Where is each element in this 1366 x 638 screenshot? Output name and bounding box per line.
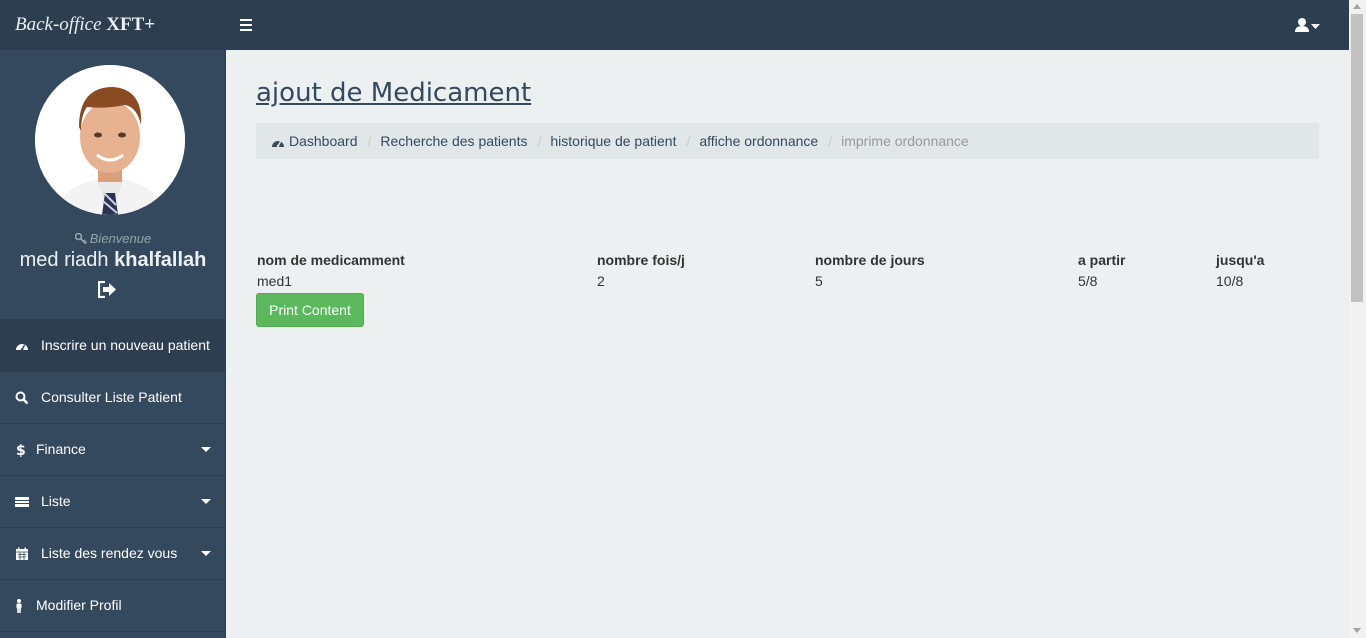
page-scrollbar[interactable]	[1349, 0, 1366, 638]
print-content-button[interactable]: Print Content	[256, 293, 364, 327]
sidebar-item-label: Inscrire un nouveau patient	[41, 337, 210, 353]
breadcrumb-separator: /	[537, 133, 542, 149]
avatar	[35, 65, 185, 215]
table-header-row: nom de medicamment nombre fois/j nombre …	[256, 250, 1295, 270]
column-header: nombre de jours	[815, 252, 925, 268]
table-row: med1 2 5 5/8 10/8	[256, 270, 1295, 292]
page-title: ajout de Medicament	[256, 78, 532, 108]
sidebar-item-consulter[interactable]: Consulter Liste Patient	[0, 372, 225, 424]
sidebar-item-finance[interactable]: $ Finance	[0, 424, 225, 476]
column-header: jusqu'a	[1216, 252, 1265, 268]
logout-button[interactable]	[97, 280, 117, 299]
scrollbar-thumb[interactable]	[1351, 14, 1363, 302]
user-name: med riadh khalfallah	[0, 249, 226, 272]
sidebar-item-modifier-profil[interactable]: Modifier Profil	[0, 580, 225, 632]
brand-bold: XFT+	[106, 14, 156, 35]
breadcrumb-separator: /	[686, 133, 691, 149]
sidebar-item-label: Finance	[36, 441, 86, 457]
welcome-text: Bienvenue	[0, 231, 226, 246]
calendar-icon	[16, 547, 28, 560]
table-cell: 5	[815, 273, 823, 289]
table-cell: med1	[257, 273, 293, 289]
chevron-down-icon	[201, 499, 211, 504]
breadcrumb-imprime-ordonnance: imprime ordonnance	[841, 133, 969, 149]
male-icon	[16, 599, 22, 613]
sidebar-item-label: Modifier Profil	[36, 597, 122, 613]
menu-toggle-icon[interactable]	[240, 19, 252, 31]
chevron-down-icon	[201, 551, 211, 556]
table-cell: 2	[597, 273, 605, 289]
breadcrumb-recherche-patients[interactable]: Recherche des patients	[380, 133, 527, 149]
brand-italic: Back-office	[15, 14, 102, 35]
breadcrumb: Dashboard / Recherche des patients / histori…	[256, 123, 1319, 159]
sidebar-item-inscrire[interactable]: Inscrire un nouveau patient	[0, 320, 225, 372]
sidebar-item-label: Liste	[41, 493, 71, 509]
user-icon	[1295, 18, 1320, 32]
search-icon	[15, 391, 29, 405]
dashboard-icon	[272, 141, 284, 148]
breadcrumb-affiche-ordonnance[interactable]: affiche ordonnance	[699, 133, 818, 149]
profile-panel: Bienvenue med riadh khalfallah	[0, 50, 225, 320]
key-icon	[74, 232, 87, 245]
column-header: a partir	[1078, 252, 1126, 268]
chevron-down-icon	[201, 447, 211, 452]
sidebar-item-label: Consulter Liste Patient	[41, 389, 182, 405]
user-menu-button[interactable]	[1295, 17, 1321, 33]
svg-text:$: $	[16, 443, 26, 457]
breadcrumb-separator: /	[367, 133, 372, 149]
scroll-down-arrow-icon[interactable]	[1353, 628, 1361, 633]
brand-logo[interactable]: Back-office XFT+	[15, 0, 155, 50]
sidebar-item-label: Liste des rendez vous	[41, 545, 178, 561]
top-navbar: Back-office XFT+	[0, 0, 1366, 50]
sidebar-item-rendez-vous[interactable]: Liste des rendez vous	[0, 528, 225, 580]
table-cell: 5/8	[1078, 273, 1098, 289]
user-last-name: khalfallah	[114, 249, 207, 271]
scroll-up-arrow-icon[interactable]	[1353, 4, 1361, 9]
breadcrumb-historique-patient[interactable]: historique de patient	[550, 133, 676, 149]
sidebar: Bienvenue med riadh khalfallah Inscrire …	[0, 50, 226, 638]
welcome-label: Bienvenue	[89, 231, 152, 246]
user-first-name: med riadh	[19, 249, 109, 271]
medication-table: nom de medicamment nombre fois/j nombre …	[256, 250, 1295, 292]
breadcrumb-separator: /	[828, 133, 833, 149]
column-header: nombre fois/j	[597, 252, 685, 268]
breadcrumb-dashboard[interactable]: Dashboard	[289, 133, 358, 149]
user-avatar-icon	[35, 65, 185, 215]
table-cell: 10/8	[1216, 273, 1244, 289]
sidebar-item-liste[interactable]: Liste	[0, 476, 225, 528]
list-icon	[15, 497, 29, 507]
dashboard-icon	[16, 344, 28, 351]
sign-out-icon	[97, 280, 116, 299]
column-header: nom de medicamment	[257, 252, 405, 268]
dollar-icon: $	[16, 443, 26, 457]
